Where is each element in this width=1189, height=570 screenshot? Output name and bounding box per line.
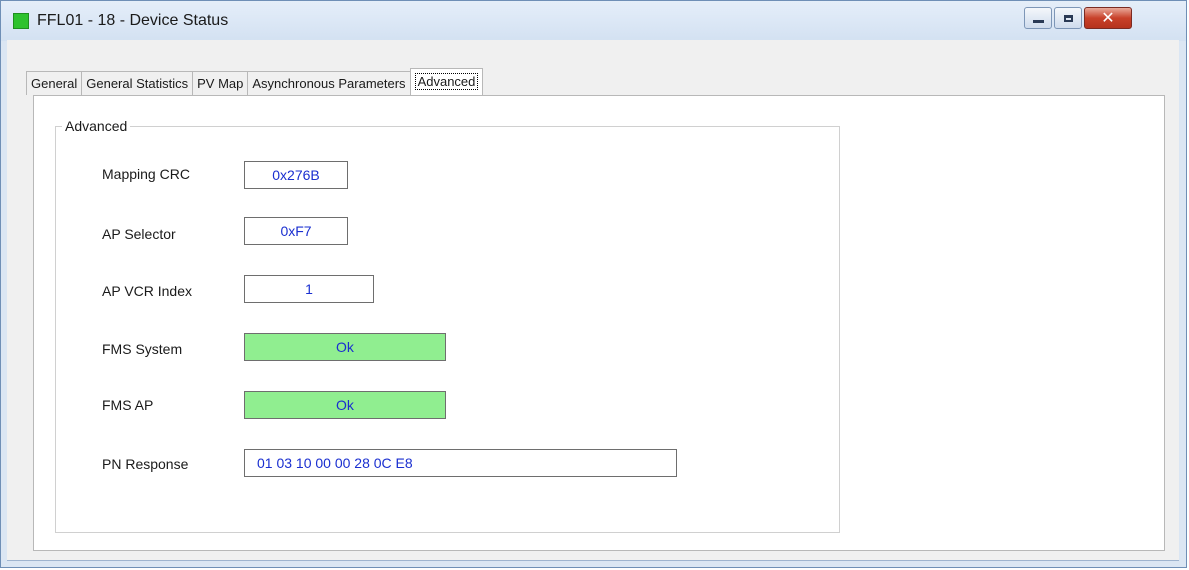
maximize-icon (1063, 14, 1073, 22)
tab-label: Advanced (414, 73, 479, 90)
tab-asynchronous-parameters[interactable]: Asynchronous Parameters (247, 71, 411, 95)
mapping-crc-label: Mapping CRC (102, 166, 190, 182)
ap-selector-value: 0xF7 (244, 217, 348, 245)
tab-label: General (31, 76, 78, 91)
window-bottom-edge (7, 560, 1179, 561)
ap-selector-label: AP Selector (102, 226, 176, 242)
tab-label: Asynchronous Parameters (252, 76, 406, 91)
title-bar[interactable]: FFL01 - 18 - Device Status ✕ (1, 1, 1186, 41)
tab-general-statistics[interactable]: General Statistics (81, 71, 194, 95)
window-title: FFL01 - 18 - Device Status (37, 12, 229, 29)
tab-strip: General General Statistics PV Map Asynch… (26, 68, 484, 95)
ap-vcr-index-label: AP VCR Index (102, 283, 193, 299)
pn-response-label: PN Response (102, 456, 189, 472)
minimize-icon (1032, 19, 1044, 23)
close-icon: ✕ (1101, 8, 1115, 27)
tab-label: General Statistics (86, 76, 189, 91)
minimize-button[interactable] (1024, 7, 1052, 29)
fms-ap-label: FMS AP (102, 397, 154, 413)
tab-pv-map[interactable]: PV Map (192, 71, 249, 95)
fms-system-label: FMS System (102, 341, 183, 357)
close-button[interactable]: ✕ (1084, 7, 1132, 29)
advanced-group-title: Advanced (62, 118, 131, 134)
ap-vcr-index-value: 1 (244, 275, 374, 303)
tab-general[interactable]: General (26, 71, 83, 95)
mapping-crc-value: 0x276B (244, 161, 348, 189)
fms-ap-status: Ok (244, 391, 446, 419)
fms-system-status: Ok (244, 333, 446, 361)
maximize-button[interactable] (1054, 7, 1082, 29)
device-status-icon (13, 13, 29, 29)
pn-response-value: 01 03 10 00 00 28 0C E8 (244, 449, 677, 477)
tab-label: PV Map (197, 76, 244, 91)
tab-advanced[interactable]: Advanced (409, 68, 484, 95)
